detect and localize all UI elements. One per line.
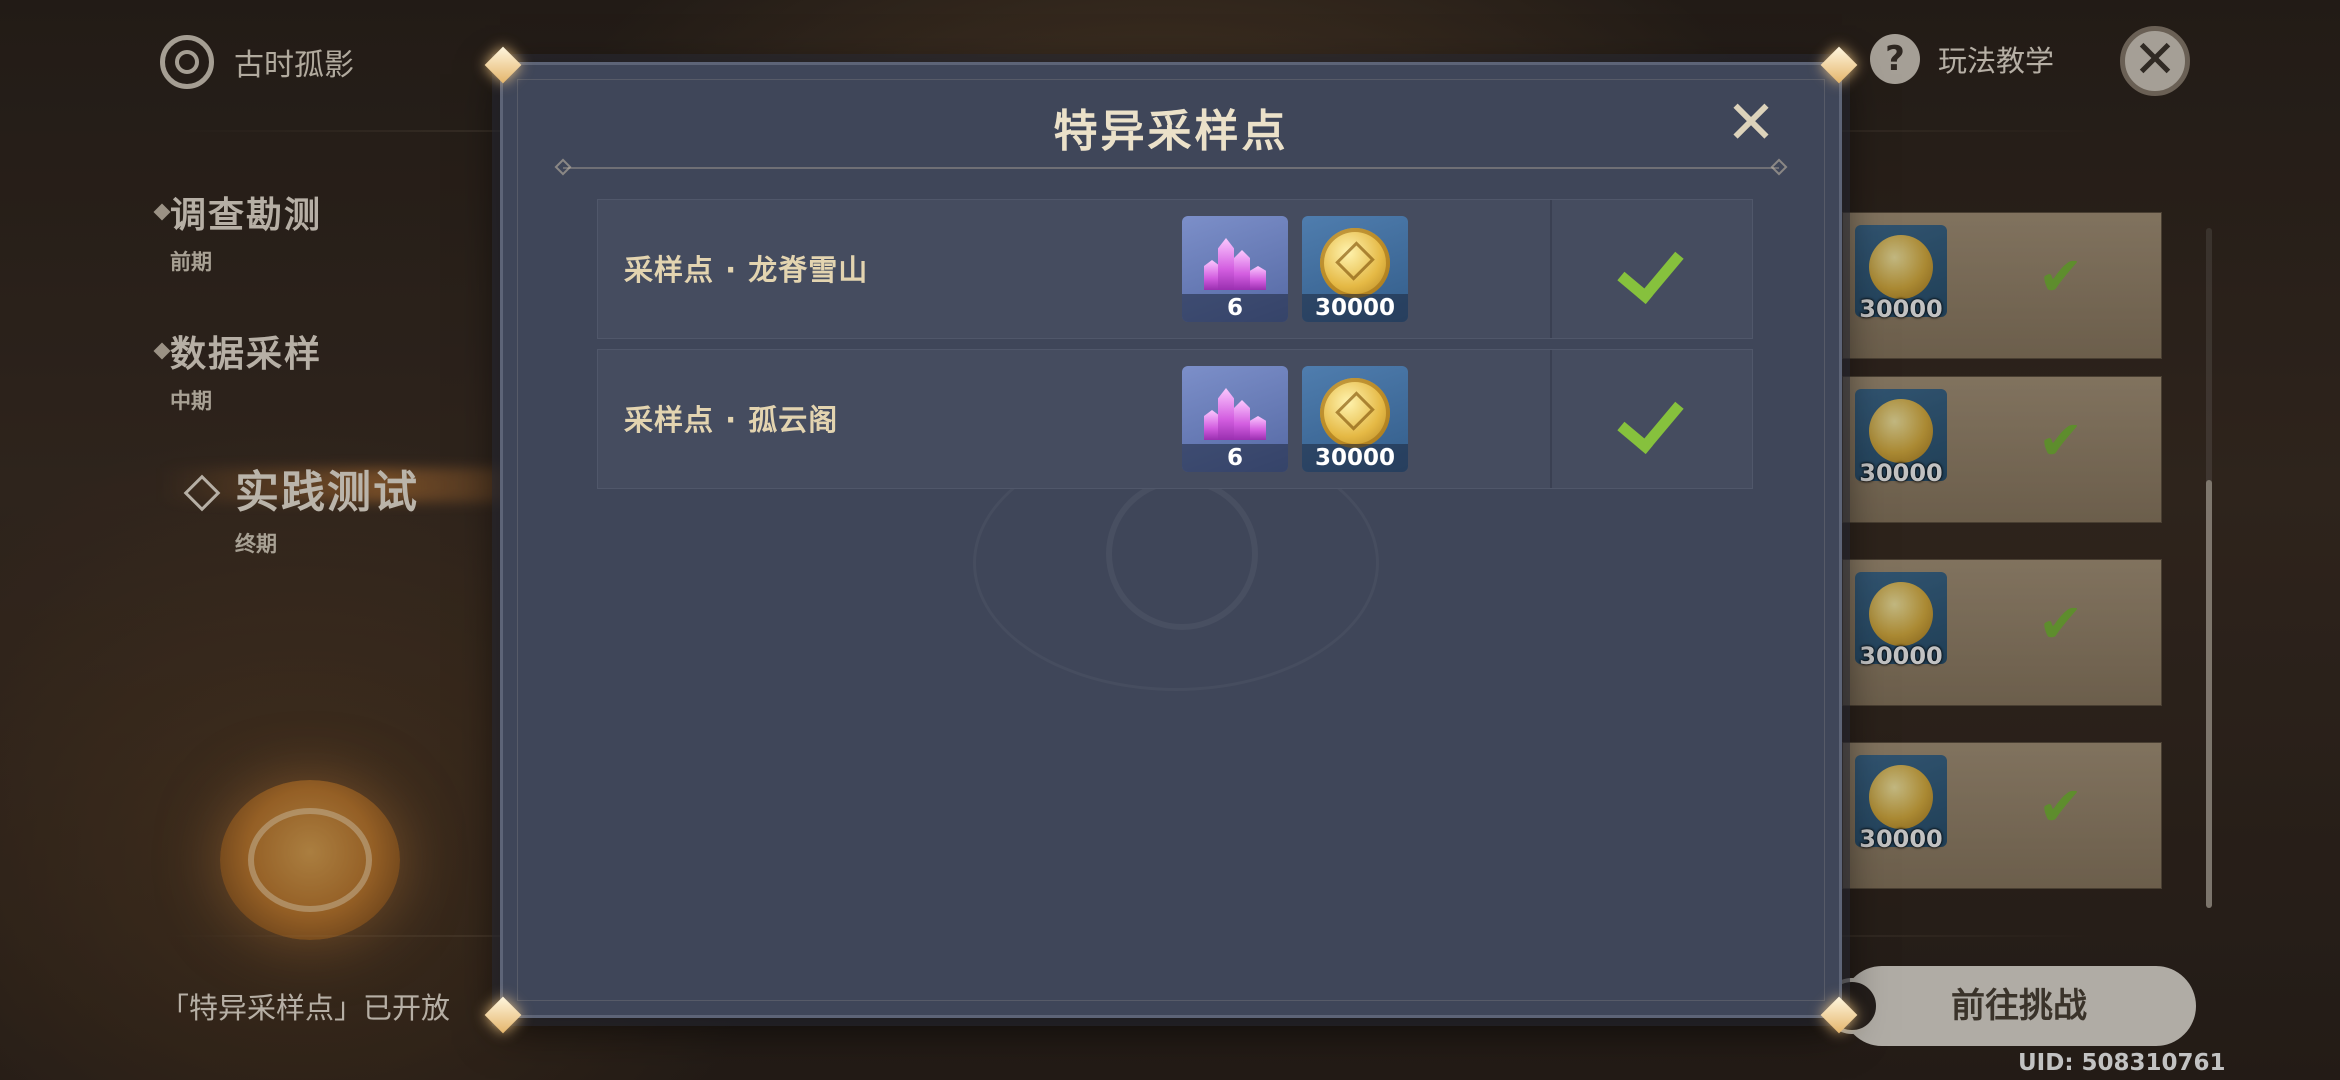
crystal-reward[interactable]: 6	[1182, 366, 1288, 472]
check-icon	[1622, 384, 1692, 454]
sampling-row: 采样点 · 孤云阁 6 30000	[597, 349, 1753, 489]
crystal-icon	[1200, 228, 1270, 290]
row-separator	[1550, 200, 1552, 338]
reward-count: 30000	[1302, 444, 1408, 472]
mora-reward[interactable]: 30000	[1302, 366, 1408, 472]
reward-count: 6	[1182, 294, 1288, 322]
modal-title: 特异采样点	[1053, 106, 1289, 157]
check-icon	[1622, 234, 1692, 304]
sampling-points-modal: 特异采样点 ✕ 采样点 · 龙脊雪山 6 30000 采样点 · 孤云阁 6 3…	[484, 46, 1858, 1034]
sampling-point-name: 采样点 · 龙脊雪山	[624, 253, 869, 287]
crystal-icon	[1200, 378, 1270, 440]
title-divider	[563, 167, 1779, 169]
row-separator	[1550, 350, 1552, 488]
crystal-reward[interactable]: 6	[1182, 216, 1288, 322]
sampling-point-name: 采样点 · 孤云阁	[624, 403, 839, 437]
mora-coin-icon	[1320, 378, 1390, 448]
mora-reward[interactable]: 30000	[1302, 216, 1408, 322]
reward-count: 30000	[1302, 294, 1408, 322]
close-icon[interactable]: ✕	[1721, 93, 1781, 153]
mora-coin-icon	[1320, 228, 1390, 298]
sampling-row: 采样点 · 龙脊雪山 6 30000	[597, 199, 1753, 339]
reward-count: 6	[1182, 444, 1288, 472]
